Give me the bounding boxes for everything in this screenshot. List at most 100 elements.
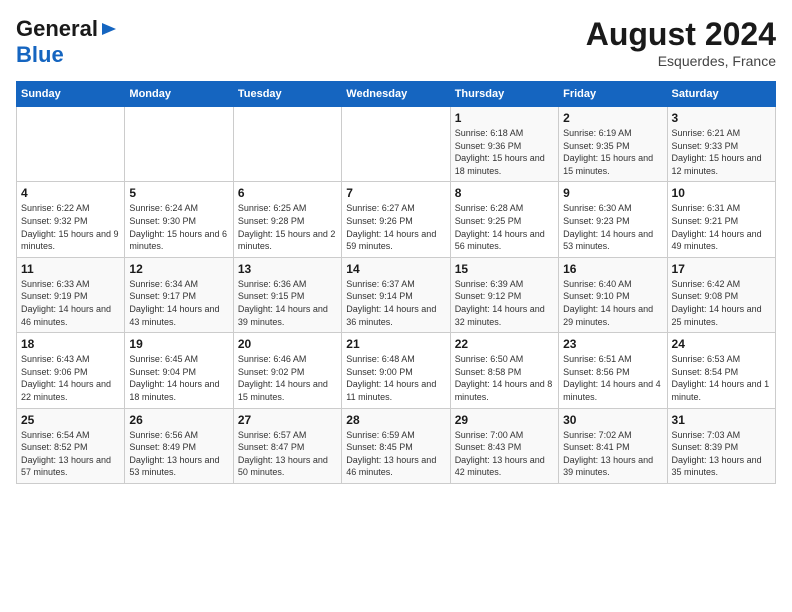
- table-row: 12 Sunrise: 6:34 AM Sunset: 9:17 PM Dayli…: [125, 257, 233, 332]
- day-number: 17: [672, 262, 771, 276]
- day-number: 1: [455, 111, 554, 125]
- day-number: 9: [563, 186, 662, 200]
- day-number: 7: [346, 186, 445, 200]
- day-number: 20: [238, 337, 337, 351]
- table-row: 30 Sunrise: 7:02 AM Sunset: 8:41 PM Dayli…: [559, 408, 667, 483]
- calendar-week-row: 11 Sunrise: 6:33 AM Sunset: 9:19 PM Dayli…: [17, 257, 776, 332]
- day-number: 22: [455, 337, 554, 351]
- day-number: 15: [455, 262, 554, 276]
- day-info: Sunrise: 6:48 AM Sunset: 9:00 PM Dayligh…: [346, 353, 445, 403]
- page-header: General Blue August 2024 Esquerdes, Fran…: [16, 16, 776, 69]
- day-number: 14: [346, 262, 445, 276]
- table-row: 21 Sunrise: 6:48 AM Sunset: 9:00 PM Dayli…: [342, 333, 450, 408]
- day-number: 24: [672, 337, 771, 351]
- day-info: Sunrise: 6:28 AM Sunset: 9:25 PM Dayligh…: [455, 202, 554, 252]
- day-number: 28: [346, 413, 445, 427]
- logo-arrow-icon: [100, 20, 118, 38]
- day-number: 8: [455, 186, 554, 200]
- col-friday: Friday: [559, 82, 667, 107]
- day-number: 29: [455, 413, 554, 427]
- day-info: Sunrise: 6:53 AM Sunset: 8:54 PM Dayligh…: [672, 353, 771, 403]
- day-number: 11: [21, 262, 120, 276]
- day-info: Sunrise: 6:18 AM Sunset: 9:36 PM Dayligh…: [455, 127, 554, 177]
- title-area: August 2024 Esquerdes, France: [586, 16, 776, 69]
- logo: General Blue: [16, 16, 118, 68]
- table-row: 10 Sunrise: 6:31 AM Sunset: 9:21 PM Dayli…: [667, 182, 775, 257]
- day-number: 12: [129, 262, 228, 276]
- table-row: 18 Sunrise: 6:43 AM Sunset: 9:06 PM Dayli…: [17, 333, 125, 408]
- day-number: 4: [21, 186, 120, 200]
- table-row: 22 Sunrise: 6:50 AM Sunset: 8:58 PM Dayli…: [450, 333, 558, 408]
- day-info: Sunrise: 7:02 AM Sunset: 8:41 PM Dayligh…: [563, 429, 662, 479]
- logo-text-blue: Blue: [16, 42, 64, 67]
- day-info: Sunrise: 7:03 AM Sunset: 8:39 PM Dayligh…: [672, 429, 771, 479]
- day-info: Sunrise: 6:39 AM Sunset: 9:12 PM Dayligh…: [455, 278, 554, 328]
- table-row: 11 Sunrise: 6:33 AM Sunset: 9:19 PM Dayli…: [17, 257, 125, 332]
- table-row: 4 Sunrise: 6:22 AM Sunset: 9:32 PM Daylig…: [17, 182, 125, 257]
- table-row: 1 Sunrise: 6:18 AM Sunset: 9:36 PM Daylig…: [450, 107, 558, 182]
- location-label: Esquerdes, France: [586, 53, 776, 69]
- day-number: 3: [672, 111, 771, 125]
- day-number: 13: [238, 262, 337, 276]
- col-wednesday: Wednesday: [342, 82, 450, 107]
- day-number: 31: [672, 413, 771, 427]
- calendar-week-row: 18 Sunrise: 6:43 AM Sunset: 9:06 PM Dayli…: [17, 333, 776, 408]
- table-row: 8 Sunrise: 6:28 AM Sunset: 9:25 PM Daylig…: [450, 182, 558, 257]
- day-info: Sunrise: 6:54 AM Sunset: 8:52 PM Dayligh…: [21, 429, 120, 479]
- table-row: 27 Sunrise: 6:57 AM Sunset: 8:47 PM Dayli…: [233, 408, 341, 483]
- calendar-table: Sunday Monday Tuesday Wednesday Thursday…: [16, 81, 776, 484]
- table-row: 14 Sunrise: 6:37 AM Sunset: 9:14 PM Dayli…: [342, 257, 450, 332]
- table-row: 19 Sunrise: 6:45 AM Sunset: 9:04 PM Dayli…: [125, 333, 233, 408]
- day-number: 23: [563, 337, 662, 351]
- table-row: 25Sunrise: 6:54 AM Sunset: 8:52 PM Dayli…: [17, 408, 125, 483]
- day-number: 6: [238, 186, 337, 200]
- day-info: Sunrise: 6:57 AM Sunset: 8:47 PM Dayligh…: [238, 429, 337, 479]
- day-number: 10: [672, 186, 771, 200]
- day-info: Sunrise: 6:43 AM Sunset: 9:06 PM Dayligh…: [21, 353, 120, 403]
- table-row: 7Sunrise: 6:27 AM Sunset: 9:26 PM Daylig…: [342, 182, 450, 257]
- table-row: 20 Sunrise: 6:46 AM Sunset: 9:02 PM Dayli…: [233, 333, 341, 408]
- day-info: Sunrise: 6:50 AM Sunset: 8:58 PM Dayligh…: [455, 353, 554, 403]
- col-monday: Monday: [125, 82, 233, 107]
- day-number: 27: [238, 413, 337, 427]
- table-row: [17, 107, 125, 182]
- month-year-title: August 2024: [586, 16, 776, 53]
- day-info: Sunrise: 6:36 AM Sunset: 9:15 PM Dayligh…: [238, 278, 337, 328]
- day-number: 30: [563, 413, 662, 427]
- table-row: 29Sunrise: 7:00 AM Sunset: 8:43 PM Dayli…: [450, 408, 558, 483]
- day-info: Sunrise: 6:34 AM Sunset: 9:17 PM Dayligh…: [129, 278, 228, 328]
- day-info: Sunrise: 6:22 AM Sunset: 9:32 PM Dayligh…: [21, 202, 120, 252]
- table-row: 5Sunrise: 6:24 AM Sunset: 9:30 PM Daylig…: [125, 182, 233, 257]
- day-info: Sunrise: 6:24 AM Sunset: 9:30 PM Dayligh…: [129, 202, 228, 252]
- table-row: 24 Sunrise: 6:53 AM Sunset: 8:54 PM Dayli…: [667, 333, 775, 408]
- day-number: 16: [563, 262, 662, 276]
- day-info: Sunrise: 6:31 AM Sunset: 9:21 PM Dayligh…: [672, 202, 771, 252]
- calendar-week-row: 25Sunrise: 6:54 AM Sunset: 8:52 PM Dayli…: [17, 408, 776, 483]
- day-number: 18: [21, 337, 120, 351]
- col-saturday: Saturday: [667, 82, 775, 107]
- table-row: [233, 107, 341, 182]
- table-row: 13 Sunrise: 6:36 AM Sunset: 9:15 PM Dayli…: [233, 257, 341, 332]
- calendar-week-row: 1 Sunrise: 6:18 AM Sunset: 9:36 PM Daylig…: [17, 107, 776, 182]
- table-row: 6 Sunrise: 6:25 AM Sunset: 9:28 PM Daylig…: [233, 182, 341, 257]
- day-info: Sunrise: 6:25 AM Sunset: 9:28 PM Dayligh…: [238, 202, 337, 252]
- col-tuesday: Tuesday: [233, 82, 341, 107]
- day-info: Sunrise: 6:56 AM Sunset: 8:49 PM Dayligh…: [129, 429, 228, 479]
- day-info: Sunrise: 6:40 AM Sunset: 9:10 PM Dayligh…: [563, 278, 662, 328]
- day-info: Sunrise: 6:33 AM Sunset: 9:19 PM Dayligh…: [21, 278, 120, 328]
- day-info: Sunrise: 6:37 AM Sunset: 9:14 PM Dayligh…: [346, 278, 445, 328]
- day-number: 21: [346, 337, 445, 351]
- day-info: Sunrise: 6:51 AM Sunset: 8:56 PM Dayligh…: [563, 353, 662, 403]
- table-row: 28 Sunrise: 6:59 AM Sunset: 8:45 PM Dayli…: [342, 408, 450, 483]
- day-number: 19: [129, 337, 228, 351]
- day-number: 26: [129, 413, 228, 427]
- day-info: Sunrise: 6:46 AM Sunset: 9:02 PM Dayligh…: [238, 353, 337, 403]
- table-row: 26 Sunrise: 6:56 AM Sunset: 8:49 PM Dayli…: [125, 408, 233, 483]
- day-info: Sunrise: 6:59 AM Sunset: 8:45 PM Dayligh…: [346, 429, 445, 479]
- table-row: [342, 107, 450, 182]
- table-row: 17 Sunrise: 6:42 AM Sunset: 9:08 PM Dayli…: [667, 257, 775, 332]
- day-info: Sunrise: 6:45 AM Sunset: 9:04 PM Dayligh…: [129, 353, 228, 403]
- calendar-header-row: Sunday Monday Tuesday Wednesday Thursday…: [17, 82, 776, 107]
- day-info: Sunrise: 6:42 AM Sunset: 9:08 PM Dayligh…: [672, 278, 771, 328]
- table-row: 9Sunrise: 6:30 AM Sunset: 9:23 PM Daylig…: [559, 182, 667, 257]
